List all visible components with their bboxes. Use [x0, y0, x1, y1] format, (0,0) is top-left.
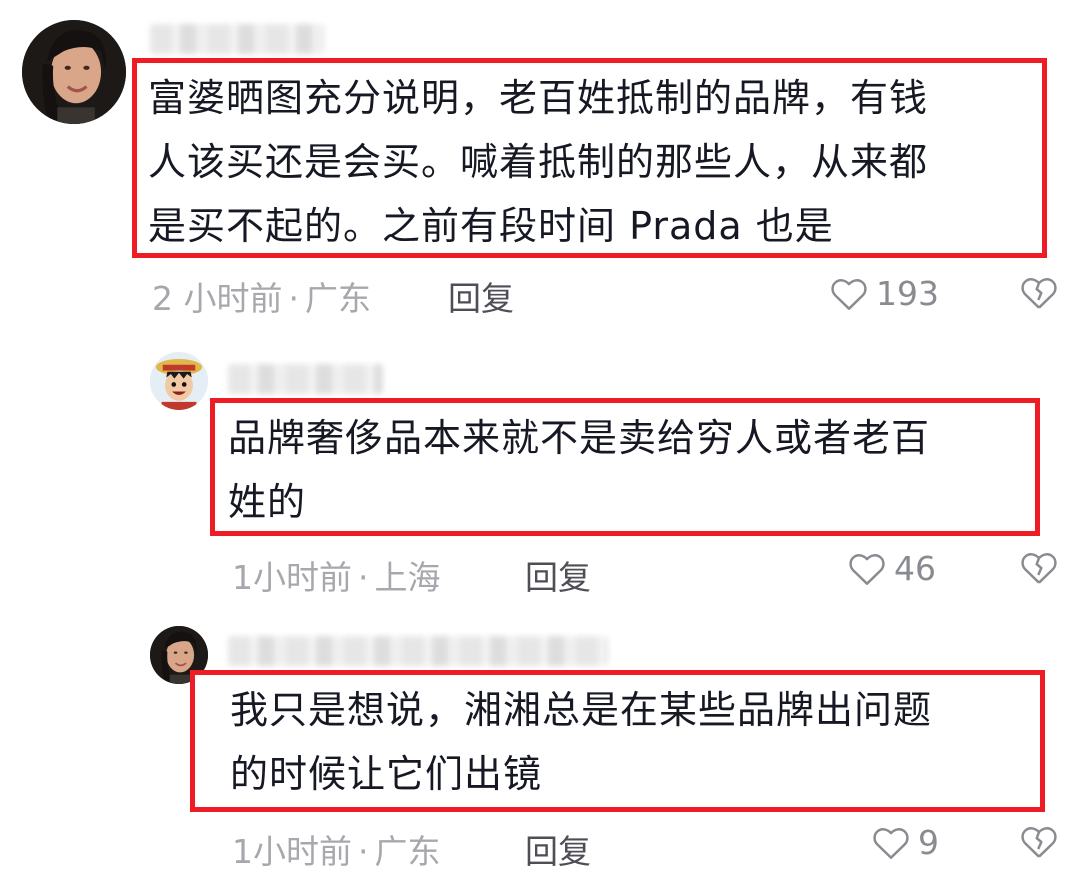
comment-line: 是买不起的。之前有段时间 Prada 也是	[148, 204, 834, 248]
comment-time: 1小时前	[232, 558, 352, 597]
username-blurred[interactable]	[150, 24, 325, 54]
broken-heart-icon	[1021, 278, 1057, 309]
comment-text: 品牌奢侈品本来就不是卖给穷人或者老百 姓的	[228, 406, 1033, 534]
reply-button[interactable]: 回复	[525, 825, 591, 873]
comment-location: 广东	[305, 279, 371, 318]
heart-outline-icon	[849, 553, 885, 585]
comment-location: 广东	[374, 832, 441, 871]
comment-line: 我只是想说，湘湘总是在某些品牌出问题	[230, 688, 933, 732]
like-button[interactable]: 9	[872, 823, 939, 862]
dislike-button[interactable]	[1020, 551, 1058, 585]
heart-outline-icon	[831, 278, 867, 310]
like-count: 193	[876, 274, 939, 313]
comment-line: 的时候让它们出镜	[230, 752, 543, 796]
comment-line: 姓的	[228, 480, 307, 524]
separator-dot: ·	[358, 832, 369, 871]
comment-meta: 1小时前 · 广东	[232, 825, 441, 873]
separator-dot: ·	[288, 279, 300, 318]
comment-text: 富婆晒图充分说明，老百姓抵制的品牌，有钱 人该买还是会买。喊着抵制的那些人，从来…	[148, 66, 1043, 258]
dislike-button[interactable]	[1020, 276, 1058, 310]
comment-time: 1小时前	[232, 832, 352, 871]
dislike-button[interactable]	[1020, 825, 1058, 859]
comment-meta: 1小时前 · 上海	[232, 551, 441, 599]
comment-meta: 2 小时前 · 广东	[152, 272, 371, 320]
comment-time: 2 小时前	[152, 279, 283, 318]
separator-dot: ·	[358, 558, 369, 597]
comment-text: 我只是想说，湘湘总是在某些品牌出问题 的时候让它们出镜	[230, 678, 1035, 806]
like-button[interactable]: 46	[848, 549, 936, 588]
username-blurred[interactable]	[228, 636, 608, 666]
woman-portrait-avatar-icon	[22, 20, 126, 124]
like-count: 46	[894, 549, 936, 588]
like-button[interactable]: 193	[830, 274, 939, 313]
reply-button[interactable]: 回复	[525, 551, 591, 599]
broken-heart-icon	[1021, 827, 1057, 858]
avatar[interactable]	[150, 352, 208, 410]
comment-line: 品牌奢侈品本来就不是卖给穷人或者老百	[228, 416, 931, 460]
like-count: 9	[918, 823, 939, 862]
broken-heart-icon	[1021, 553, 1057, 584]
reply-button[interactable]: 回复	[448, 272, 514, 320]
comment-line: 人该买还是会买。喊着抵制的那些人，从来都	[148, 140, 929, 184]
comment-location: 上海	[374, 558, 441, 597]
cartoon-pirate-avatar-icon	[150, 352, 208, 410]
heart-outline-icon	[873, 827, 909, 859]
comment-line: 富婆晒图充分说明，老百姓抵制的品牌，有钱	[148, 76, 929, 120]
avatar[interactable]	[22, 20, 126, 124]
username-blurred[interactable]	[228, 364, 383, 394]
